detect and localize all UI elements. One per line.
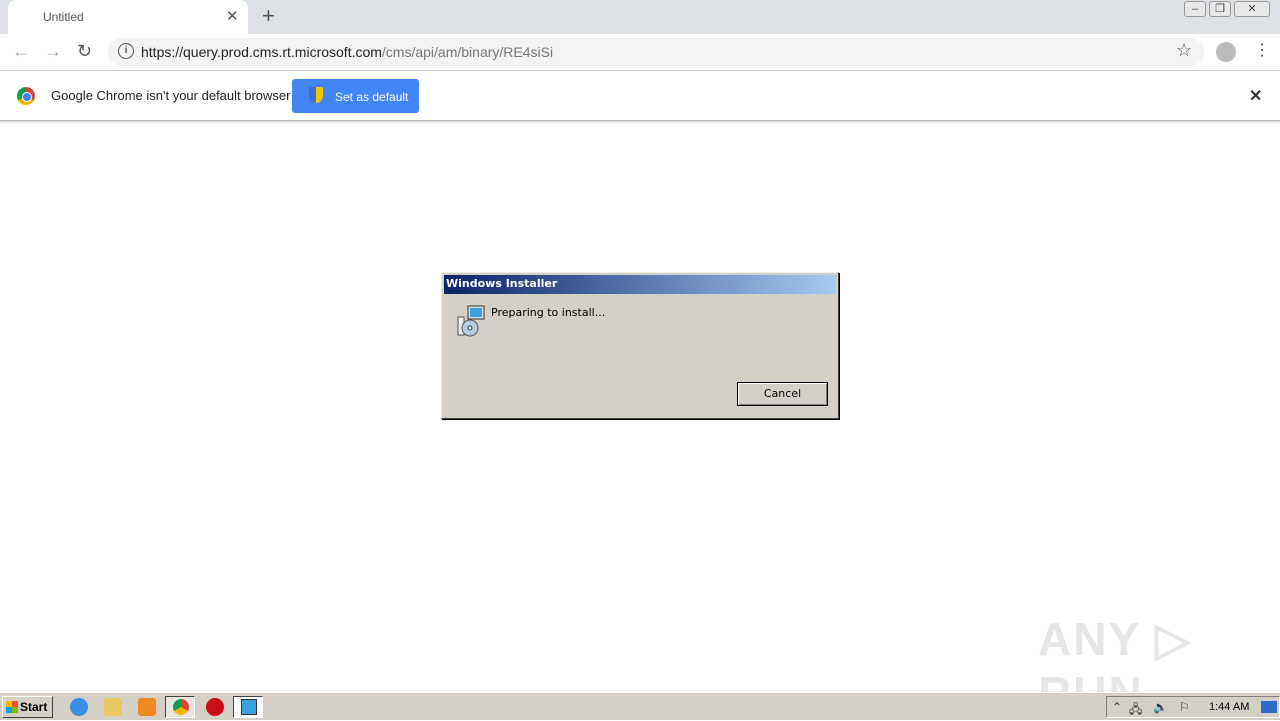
- dialog-titlebar[interactable]: Windows Installer: [444, 275, 836, 294]
- close-tab-icon[interactable]: ✕: [226, 7, 239, 25]
- dialog-message: Preparing to install...: [491, 306, 606, 319]
- set-as-default-label: Set as default: [335, 90, 409, 104]
- reload-icon[interactable]: ↻: [77, 41, 92, 62]
- show-hidden-icons-icon[interactable]: ⌃: [1112, 700, 1122, 714]
- taskbar: Start ⌃ 🖧 🔈 ⚐ 1:44 AM: [0, 692, 1280, 720]
- forward-icon[interactable]: →: [44, 41, 62, 62]
- installer-taskbar-button[interactable]: [233, 696, 263, 718]
- clock[interactable]: 1:44 AM: [1209, 701, 1249, 713]
- start-button[interactable]: Start: [2, 696, 53, 718]
- windows-installer-dialog: Windows Installer Preparing to install..…: [441, 272, 839, 419]
- address-bar[interactable]: i https://query.prod.cms.rt.microsoft.co…: [108, 38, 1204, 66]
- volume-icon[interactable]: 🔈: [1153, 700, 1168, 714]
- url-text[interactable]: https://query.prod.cms.rt.microsoft.com/…: [141, 44, 553, 60]
- file-explorer-icon[interactable]: [104, 698, 122, 716]
- network-icon[interactable]: 🖧: [1129, 700, 1142, 721]
- back-icon[interactable]: ←: [12, 41, 30, 62]
- url-path: /cms/api/am/binary/RE4siSi: [381, 44, 554, 60]
- menu-icon[interactable]: ⋮: [1254, 40, 1270, 60]
- minimize-button[interactable]: –: [1184, 1, 1206, 17]
- info-icon[interactable]: i: [118, 43, 134, 59]
- installer-icon: [457, 305, 485, 337]
- uac-shield-icon: [309, 87, 323, 103]
- cancel-button[interactable]: Cancel: [737, 382, 828, 406]
- infobar-close-icon[interactable]: ✕: [1249, 86, 1262, 106]
- windows-logo-icon: [6, 701, 18, 713]
- set-as-default-button[interactable]: Set as default: [292, 79, 419, 113]
- profile-avatar-icon[interactable]: [1216, 42, 1236, 62]
- bookmark-star-icon[interactable]: ☆: [1176, 40, 1192, 61]
- action-center-flag-icon[interactable]: ⚐: [1179, 700, 1190, 714]
- infobar-text: Google Chrome isn't your default browser: [51, 88, 291, 103]
- system-tray: ⌃ 🖧 🔈 ⚐ 1:44 AM: [1106, 696, 1280, 718]
- chrome-logo-icon: [17, 87, 35, 105]
- opera-icon[interactable]: [206, 698, 224, 716]
- new-tab-button[interactable]: +: [262, 3, 275, 29]
- tab-strip: Untitled ✕ + – ❐ ✕: [0, 0, 1280, 34]
- close-window-button[interactable]: ✕: [1234, 1, 1270, 17]
- show-desktop-icon[interactable]: [1261, 701, 1277, 713]
- tab-title: Untitled: [43, 10, 84, 24]
- media-player-icon[interactable]: [138, 698, 156, 716]
- start-label: Start: [20, 700, 48, 714]
- url-host: https://query.prod.cms.rt.microsoft.com: [141, 44, 382, 60]
- default-browser-infobar: Google Chrome isn't your default browser…: [0, 71, 1280, 121]
- tab-untitled[interactable]: Untitled ✕: [8, 0, 248, 34]
- chrome-icon: [173, 699, 189, 715]
- internet-explorer-icon[interactable]: [70, 698, 88, 716]
- dialog-title: Windows Installer: [446, 277, 558, 290]
- installer-icon: [241, 699, 257, 715]
- restore-button[interactable]: ❐: [1209, 1, 1231, 17]
- browser-toolbar: ← → ↻ i https://query.prod.cms.rt.micros…: [0, 34, 1280, 71]
- chrome-taskbar-button[interactable]: [165, 696, 195, 718]
